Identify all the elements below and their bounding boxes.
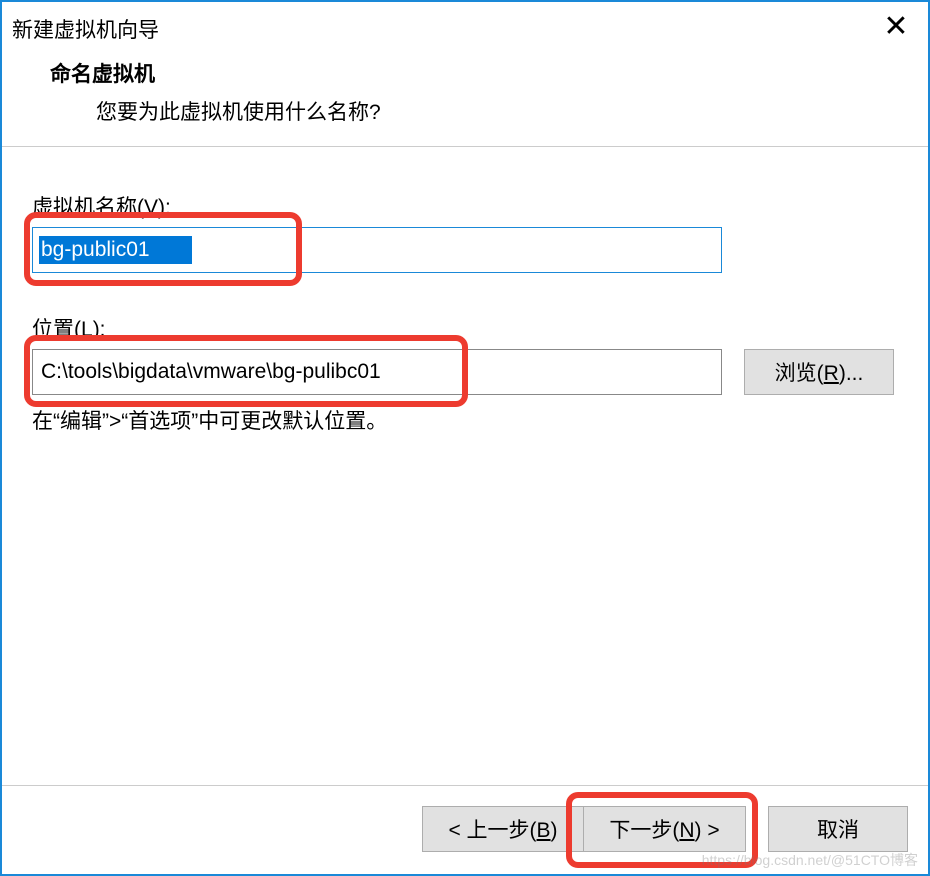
location-label: 位置(L): [32, 313, 898, 343]
location-label-prefix: 位置( [32, 318, 81, 341]
close-icon[interactable]: ✕ [874, 8, 918, 44]
location-field-group: 位置(L): 浏览(R)... 在“编辑”>“首选项”中可更改默认位置。 [32, 313, 898, 435]
browse-button[interactable]: 浏览(R)... [744, 349, 894, 395]
location-input[interactable] [32, 349, 722, 395]
location-label-suffix: ): [93, 318, 106, 341]
titlebar: 新建虚拟机向导 ✕ [2, 2, 928, 48]
back-btn-suffix: ) [551, 819, 558, 842]
back-btn-key: B [537, 819, 551, 842]
next-btn-suffix: ) > [695, 819, 720, 842]
new-vm-wizard-dialog: 新建虚拟机向导 ✕ 命名虚拟机 您要为此虚拟机使用什么名称? 虚拟机名称(V):… [0, 0, 930, 876]
location-label-key: L [81, 318, 93, 341]
location-hint: 在“编辑”>“首选项”中可更改默认位置。 [32, 405, 898, 435]
content-area: 虚拟机名称(V): 位置(L): 浏览(R)... 在“编辑”>“首选项”中可更… [2, 147, 928, 785]
next-btn-key: N [679, 819, 694, 842]
cancel-button[interactable]: 取消 [768, 806, 908, 852]
browse-btn-key: R [824, 362, 839, 385]
browse-btn-prefix: 浏览( [775, 362, 824, 385]
browse-btn-suffix: )... [839, 362, 864, 385]
header-area: 命名虚拟机 您要为此虚拟机使用什么名称? [2, 48, 928, 146]
vm-name-label-key: V [144, 196, 158, 219]
next-btn-prefix: 下一步( [609, 819, 679, 842]
back-btn-prefix: < 上一步( [448, 819, 536, 842]
vm-name-label-prefix: 虚拟机名称( [32, 196, 144, 219]
vm-name-label: 虚拟机名称(V): [32, 191, 898, 221]
vm-name-field-group: 虚拟机名称(V): [32, 191, 898, 273]
vm-name-label-suffix: ): [158, 196, 171, 219]
page-heading: 命名虚拟机 [50, 58, 928, 88]
page-subheading: 您要为此虚拟机使用什么名称? [50, 96, 928, 126]
vm-name-input-wrapper[interactable] [32, 227, 722, 273]
back-button[interactable]: < 上一步(B) [422, 806, 584, 852]
location-row: 浏览(R)... [32, 349, 898, 395]
next-button[interactable]: 下一步(N) > [584, 806, 746, 852]
dialog-title: 新建虚拟机向导 [12, 8, 159, 44]
footer: < 上一步(B) 下一步(N) > 取消 [2, 785, 928, 874]
vm-name-input[interactable] [39, 236, 192, 264]
